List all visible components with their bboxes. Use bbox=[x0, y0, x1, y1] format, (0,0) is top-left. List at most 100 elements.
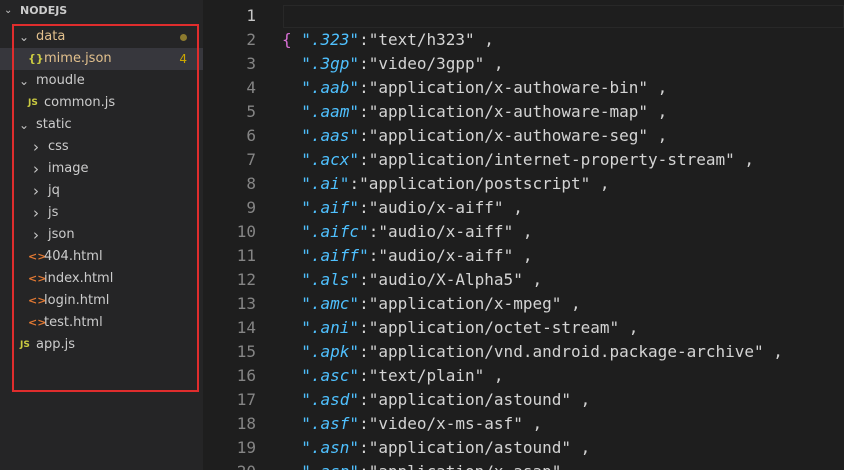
chevron-right-icon[interactable]: › bbox=[30, 224, 42, 246]
file-item-app-js[interactable]: JS app.js bbox=[0, 334, 203, 356]
line-number: 13 bbox=[236, 294, 256, 313]
folder-item-data[interactable]: ⌄ data bbox=[0, 26, 203, 48]
json-value-token: :"application/internet-property-stream" bbox=[359, 150, 735, 169]
punctuation-token: , bbox=[474, 30, 494, 49]
code-line[interactable]: ".aiff":"audio/x-aiff" , bbox=[282, 244, 532, 268]
json-key-token: ".aam" bbox=[301, 102, 360, 121]
code-editor[interactable]: 1 2{ ".323":"text/h323" ,3 ".3gp":"video/… bbox=[203, 0, 844, 470]
file-item-common-js[interactable]: JS common.js bbox=[0, 92, 203, 114]
code-line[interactable]: ".acx":"application/internet-property-st… bbox=[282, 148, 754, 172]
json-key-token: ".aas" bbox=[301, 126, 360, 145]
file-item-404-html[interactable]: <> 404.html bbox=[0, 246, 203, 268]
folder-item-image[interactable]: › image bbox=[0, 158, 203, 180]
code-line[interactable]: { ".323":"text/h323" , bbox=[282, 28, 494, 52]
code-line[interactable]: ".asf":"video/x-ms-asf" , bbox=[282, 412, 542, 436]
folder-item-css[interactable]: › css bbox=[0, 136, 203, 158]
folder-item-static[interactable]: ⌄ static bbox=[0, 114, 203, 136]
punctuation-token: , bbox=[648, 78, 668, 97]
json-value-token: :"video/3gpp" bbox=[359, 54, 485, 73]
chevron-right-icon[interactable]: › bbox=[30, 158, 42, 180]
code-line[interactable]: ".3gp":"video/3gpp" , bbox=[282, 52, 503, 76]
json-key-token: ".amc" bbox=[301, 294, 360, 313]
punctuation-token: , bbox=[590, 174, 610, 193]
file-item-mime-json[interactable]: {} mime.json 4 bbox=[0, 48, 203, 70]
file-item-login-html[interactable]: <> login.html bbox=[0, 290, 203, 312]
punctuation-token: , bbox=[484, 366, 504, 385]
folder-label: json bbox=[48, 227, 75, 242]
line-number: 19 bbox=[236, 438, 256, 457]
code-line[interactable]: ".aam":"application/x-authoware-map" , bbox=[282, 100, 667, 124]
code-line[interactable]: ".aif":"audio/x-aiff" , bbox=[282, 196, 523, 220]
code-line[interactable]: ".asp":"application/x-asap" , bbox=[282, 460, 581, 470]
line-number: 9 bbox=[246, 198, 256, 217]
chevron-down-icon[interactable]: ⌄ bbox=[18, 114, 30, 136]
file-label: mime.json bbox=[44, 51, 112, 66]
json-key-token: ".aifc" bbox=[301, 222, 369, 241]
line-number: 4 bbox=[246, 78, 256, 97]
line-number: 20 bbox=[203, 460, 256, 470]
line-number: 5 bbox=[246, 102, 256, 121]
chevron-down-icon[interactable]: ⌄ bbox=[18, 26, 30, 48]
code-line[interactable]: ".aifc":"audio/x-aiff" , bbox=[282, 220, 532, 244]
json-value-token: :"application/astound" bbox=[359, 390, 571, 409]
code-line[interactable]: ".asd":"application/astound" , bbox=[282, 388, 590, 412]
chevron-right-icon[interactable]: › bbox=[30, 202, 42, 224]
json-value-token: :"audio/X-Alpha5" bbox=[359, 270, 523, 289]
json-value-token: :"application/x-authoware-map" bbox=[359, 102, 649, 121]
json-value-token: :"application/x-mpeg" bbox=[359, 294, 562, 313]
folder-item-js[interactable]: › js bbox=[0, 202, 203, 224]
code-line[interactable]: ".amc":"application/x-mpeg" , bbox=[282, 292, 581, 316]
chevron-right-icon[interactable]: › bbox=[30, 136, 42, 158]
json-key-token: ".aab" bbox=[301, 78, 360, 97]
json-value-token: :"audio/x-aiff" bbox=[368, 246, 514, 265]
json-value-token: :"application/x-asap" bbox=[359, 462, 561, 470]
json-key-token: ".asf" bbox=[301, 414, 360, 433]
punctuation-token: , bbox=[513, 246, 533, 265]
code-line[interactable]: ".ani":"application/octet-stream" , bbox=[282, 316, 638, 340]
code-line[interactable]: ".ai":"application/postscript" , bbox=[282, 172, 610, 196]
line-number: 17 bbox=[236, 390, 256, 409]
code-line[interactable]: ".asn":"application/astound" , bbox=[282, 436, 590, 460]
code-line[interactable]: ".aab":"application/x-authoware-bin" , bbox=[282, 76, 667, 100]
code-line[interactable]: ".als":"audio/X-Alpha5" , bbox=[282, 268, 542, 292]
json-key-token: ".acx" bbox=[301, 150, 360, 169]
explorer-sidebar: ⌄ NODEJS ⌄ data {} mime.json 4 ⌄ moudle JS commo… bbox=[0, 0, 203, 470]
json-file-icon: {} bbox=[28, 52, 44, 65]
chevron-down-icon[interactable]: ⌄ bbox=[18, 70, 30, 92]
punctuation-token: , bbox=[513, 222, 533, 241]
explorer-header[interactable]: ⌄ NODEJS bbox=[0, 0, 203, 22]
punctuation-token: , bbox=[570, 438, 591, 457]
code-line[interactable]: ".asc":"text/plain" , bbox=[282, 364, 504, 388]
json-value-token: :"text/h323" bbox=[359, 30, 475, 49]
line-number: 12 bbox=[236, 270, 256, 289]
chevron-down-icon[interactable]: ⌄ bbox=[4, 0, 12, 22]
folder-label: data bbox=[36, 29, 66, 44]
file-item-index-html[interactable]: <> index.html bbox=[0, 268, 203, 290]
brace-token: { bbox=[282, 30, 302, 49]
file-label: test.html bbox=[44, 315, 103, 330]
json-value-token: :"application/postscript" bbox=[349, 174, 591, 193]
workspace-title: NODEJS bbox=[20, 4, 68, 17]
punctuation-token: , bbox=[561, 294, 581, 313]
folder-item-json[interactable]: › json bbox=[0, 224, 203, 246]
line-number: 7 bbox=[246, 150, 256, 169]
json-value-token: :"audio/x-aiff" bbox=[359, 198, 504, 217]
file-label: index.html bbox=[44, 271, 114, 286]
folder-item-moudle[interactable]: ⌄ moudle bbox=[0, 70, 203, 92]
code-line[interactable]: ".apk":"application/vnd.android.package-… bbox=[282, 340, 783, 364]
punctuation-token: , bbox=[561, 462, 581, 470]
line-number: 2 bbox=[246, 30, 256, 49]
punctuation-token: , bbox=[570, 390, 591, 409]
json-value-token: :"application/astound" bbox=[359, 438, 571, 457]
line-number: 16 bbox=[236, 366, 256, 385]
folder-item-jq[interactable]: › jq bbox=[0, 180, 203, 202]
punctuation-token: , bbox=[648, 126, 668, 145]
folder-label: moudle bbox=[36, 73, 85, 88]
punctuation-token: , bbox=[734, 150, 755, 169]
chevron-right-icon[interactable]: › bbox=[30, 180, 42, 202]
json-key-token: ".als" bbox=[301, 270, 360, 289]
file-label: login.html bbox=[44, 293, 110, 308]
file-item-test-html[interactable]: <> test.html bbox=[0, 312, 203, 334]
code-line[interactable]: ".aas":"application/x-authoware-seg" , bbox=[282, 124, 667, 148]
punctuation-token: , bbox=[503, 198, 523, 217]
